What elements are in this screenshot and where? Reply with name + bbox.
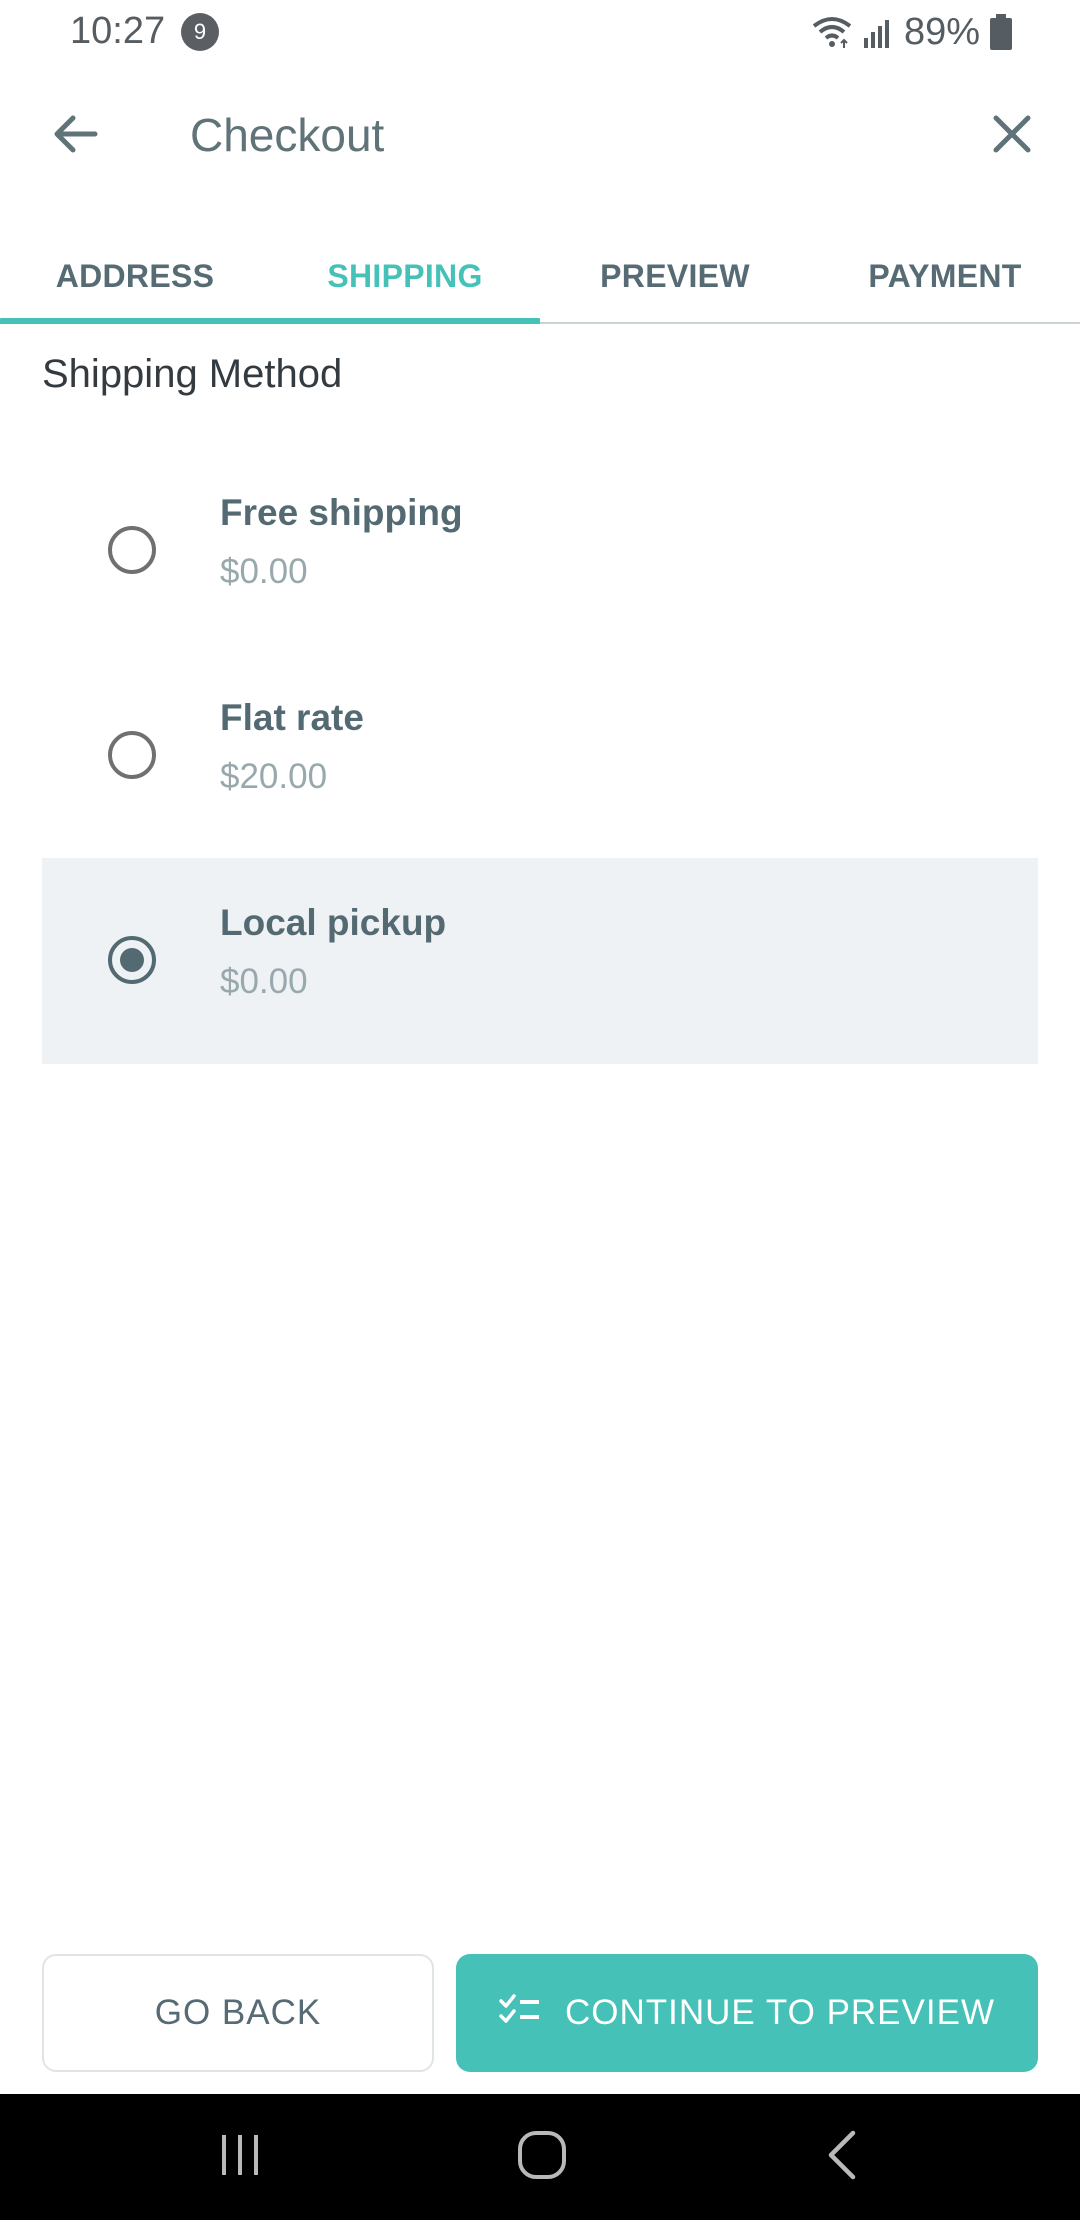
tab-preview[interactable]: PREVIEW xyxy=(540,228,810,324)
option-name: Flat rate xyxy=(220,697,364,738)
system-back-button[interactable] xyxy=(782,2124,902,2190)
shipping-option-local-pickup[interactable]: Local pickup $0.00 xyxy=(42,858,1038,1064)
continue-label: CONTINUE TO PREVIEW xyxy=(565,1993,995,2032)
option-name: Free shipping xyxy=(220,492,463,533)
section-title: Shipping Method xyxy=(42,352,343,396)
tab-payment[interactable]: PAYMENT xyxy=(810,228,1080,324)
go-back-button[interactable]: GO BACK xyxy=(42,1954,434,2072)
continue-to-preview-button[interactable]: CONTINUE TO PREVIEW xyxy=(456,1954,1038,2072)
status-time: 10:27 xyxy=(70,10,166,52)
page-title: Checkout xyxy=(190,109,385,161)
close-button[interactable] xyxy=(980,108,1044,164)
signal-icon xyxy=(863,16,894,48)
recent-apps-icon xyxy=(220,2133,260,2182)
radio-button[interactable] xyxy=(108,526,156,574)
checkout-tabs: ADDRESS SHIPPING PREVIEW PAYMENT xyxy=(0,228,1080,324)
close-icon xyxy=(992,114,1032,159)
tab-shipping[interactable]: SHIPPING xyxy=(270,228,540,324)
option-price: $0.00 xyxy=(220,962,308,1001)
back-button[interactable] xyxy=(40,108,110,164)
home-button[interactable] xyxy=(482,2124,602,2190)
battery-icon xyxy=(990,14,1012,50)
status-icons: 89% xyxy=(810,10,1012,54)
option-name: Local pickup xyxy=(220,902,447,943)
chevron-left-icon xyxy=(825,2130,859,2185)
wifi-icon xyxy=(810,14,854,50)
app-bar: Checkout xyxy=(0,88,1080,184)
checklist-icon xyxy=(499,1993,541,2034)
option-price: $0.00 xyxy=(220,552,308,591)
shipping-option-free[interactable]: Free shipping $0.00 xyxy=(42,448,1038,654)
checkout-screen: 10:27 9 89% Checkout ADDRESS SHIPPING PR… xyxy=(0,0,1080,2220)
status-bar: 10:27 9 89% xyxy=(0,0,1080,66)
radio-button[interactable] xyxy=(108,731,156,779)
system-nav-bar xyxy=(0,2094,1080,2220)
notification-badge: 9 xyxy=(181,13,219,51)
recent-apps-button[interactable] xyxy=(180,2124,300,2190)
arrow-left-icon xyxy=(51,114,99,159)
active-tab-indicator xyxy=(0,318,540,324)
battery-percent: 89% xyxy=(903,10,980,53)
home-icon xyxy=(517,2130,567,2185)
option-price: $20.00 xyxy=(220,757,328,796)
tab-address[interactable]: ADDRESS xyxy=(0,228,270,324)
shipping-option-flat-rate[interactable]: Flat rate $20.00 xyxy=(42,653,1038,859)
radio-button-selected[interactable] xyxy=(108,936,156,984)
